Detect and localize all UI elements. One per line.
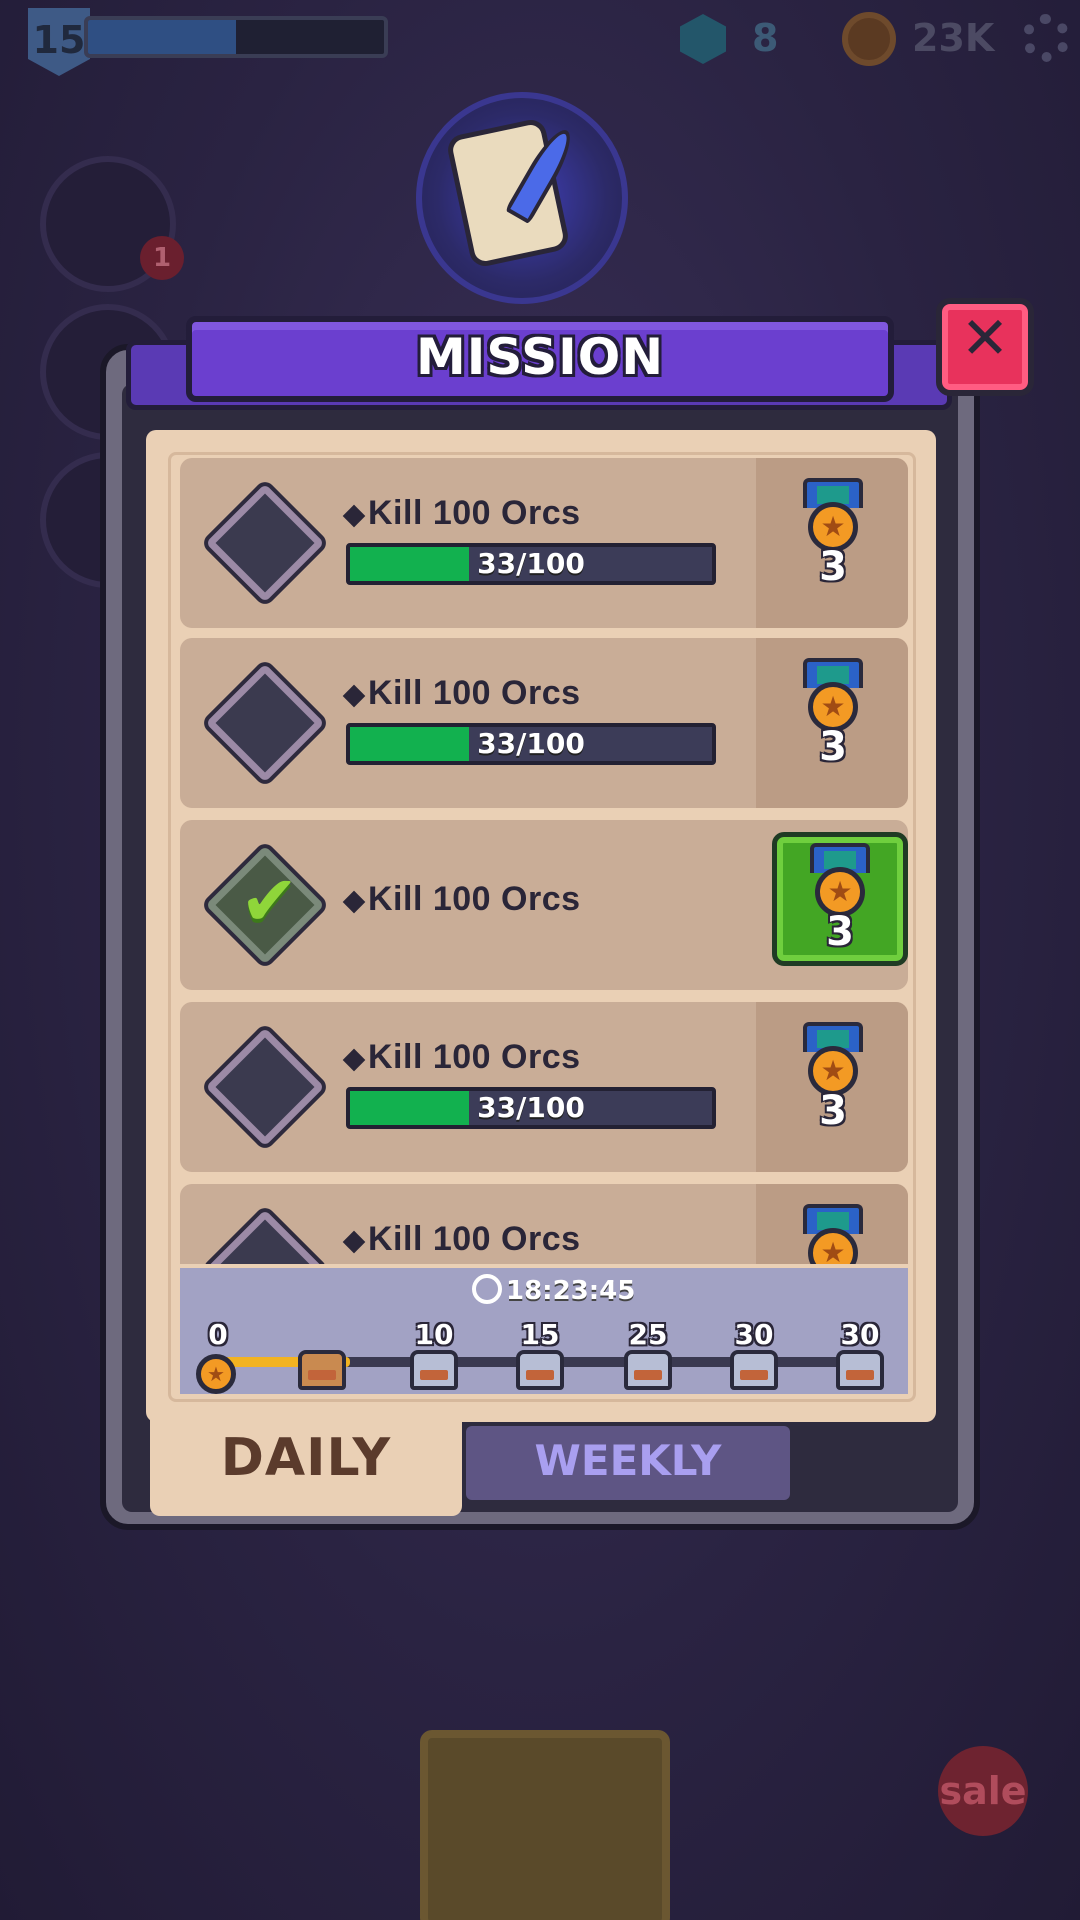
chest-icon	[516, 1350, 564, 1390]
level-number: 15	[32, 18, 86, 62]
battle-button	[420, 1730, 670, 1920]
diamond-icon	[205, 1209, 325, 1264]
gem-icon	[680, 14, 726, 64]
medal-icon: ★	[196, 1354, 236, 1394]
reward-quantity: 3	[826, 909, 854, 955]
mission-progress-bar: 33/100	[346, 723, 716, 765]
diamond-icon	[205, 663, 325, 783]
milestone-start: 0 ★	[188, 1318, 248, 1394]
milestone-label: 15	[520, 1318, 560, 1351]
milestone-chest[interactable]: 30	[724, 1318, 784, 1390]
helmet-nav-icon	[700, 1790, 820, 1900]
mission-title: Kill 100 Orcs	[368, 1220, 581, 1258]
check-icon: ✔	[240, 860, 299, 942]
bullet-icon	[342, 890, 366, 914]
chest-icon	[836, 1350, 884, 1390]
gear-icon	[1022, 14, 1070, 62]
diamond-icon	[205, 1027, 325, 1147]
reward-quantity: 3	[819, 544, 847, 590]
mission-list[interactable]: Kill 100 Orcs 33/100 ★ 3 Kill 100 Orcs 33/100…	[180, 458, 908, 1264]
top-hud: 15 8 23K	[0, 0, 1080, 80]
anvil-nav-icon	[60, 1790, 180, 1900]
bullet-icon	[342, 684, 366, 708]
coin-count: 23K	[912, 16, 995, 60]
milestone-label: 10	[414, 1318, 454, 1351]
milestone-chest[interactable]: 15	[510, 1318, 570, 1390]
coin-icon	[842, 12, 896, 66]
milestone-chest[interactable]: 25	[618, 1318, 678, 1390]
mission-progress-bar: 33/100	[346, 543, 716, 585]
reward-quantity: 3	[819, 1088, 847, 1134]
bullet-icon	[342, 1230, 366, 1254]
mission-title: Kill 100 Orcs	[368, 674, 581, 712]
claim-reward-button[interactable]: ★ 3	[772, 832, 908, 966]
milestone-label: 0	[208, 1318, 228, 1351]
reward-notch	[756, 703, 778, 743]
mission-row[interactable]: Kill 100 Orcs ★3	[180, 1184, 908, 1264]
chest-icon	[624, 1350, 672, 1390]
chest-icon	[730, 1350, 778, 1390]
mission-row[interactable]: ✔ Kill 100 Orcs ★ 3	[180, 820, 908, 990]
sale-badge: sale	[938, 1746, 1028, 1836]
progress-text: 33/100	[477, 1091, 585, 1124]
mission-title: Kill 100 Orcs	[368, 1038, 581, 1076]
mission-row[interactable]: Kill 100 Orcs 33/100 ★ 3	[180, 638, 908, 808]
gem-count: 8	[752, 16, 779, 60]
reward-notch	[756, 523, 778, 563]
tab-weekly-label: WEEKLY	[534, 1436, 722, 1485]
bullet-icon	[342, 1048, 366, 1072]
reward-notch	[756, 1249, 778, 1264]
diamond-icon	[205, 483, 325, 603]
strength-nav-icon	[258, 1790, 378, 1900]
medal-icon: ★3	[790, 1022, 876, 1152]
milestone-chest[interactable]: 10	[404, 1318, 464, 1390]
mission-row[interactable]: Kill 100 Orcs 33/100 ★ 3	[180, 1002, 908, 1172]
mission-row[interactable]: Kill 100 Orcs 33/100 ★ 3	[180, 458, 908, 628]
progress-text: 33/100	[477, 547, 585, 580]
bullet-icon	[342, 504, 366, 528]
xp-fill	[88, 20, 236, 54]
medal-icon: ★3	[790, 658, 876, 788]
tab-daily-label: DAILY	[220, 1428, 392, 1488]
reset-timer: 18:23:45	[506, 1276, 636, 1306]
milestone-label: 30	[840, 1318, 880, 1351]
medal-icon: ★3	[797, 843, 883, 973]
reward-quantity: 3	[819, 724, 847, 770]
reward-notch	[756, 1067, 778, 1107]
milestone-chest[interactable]: 30	[830, 1318, 890, 1390]
medal-icon: ★3	[790, 1204, 876, 1264]
progress-text: 33/100	[477, 727, 585, 760]
xp-bar	[84, 16, 388, 58]
alarm-clock-icon	[472, 1274, 502, 1304]
close-button[interactable]: ✕	[936, 298, 1034, 396]
chest-icon	[410, 1350, 458, 1390]
notification-badge: 1	[140, 236, 184, 280]
chest-icon	[298, 1350, 346, 1390]
milestone-chest[interactable]	[292, 1318, 352, 1390]
milestone-label: 30	[734, 1318, 774, 1351]
mission-title: Kill 100 Orcs	[368, 494, 581, 532]
mission-progress-bar: 33/100	[346, 1087, 716, 1129]
modal-title: MISSION	[415, 328, 665, 386]
milestone-label: 25	[628, 1318, 668, 1351]
medal-icon: ★3	[790, 478, 876, 608]
mission-title: Kill 100 Orcs	[368, 880, 581, 918]
